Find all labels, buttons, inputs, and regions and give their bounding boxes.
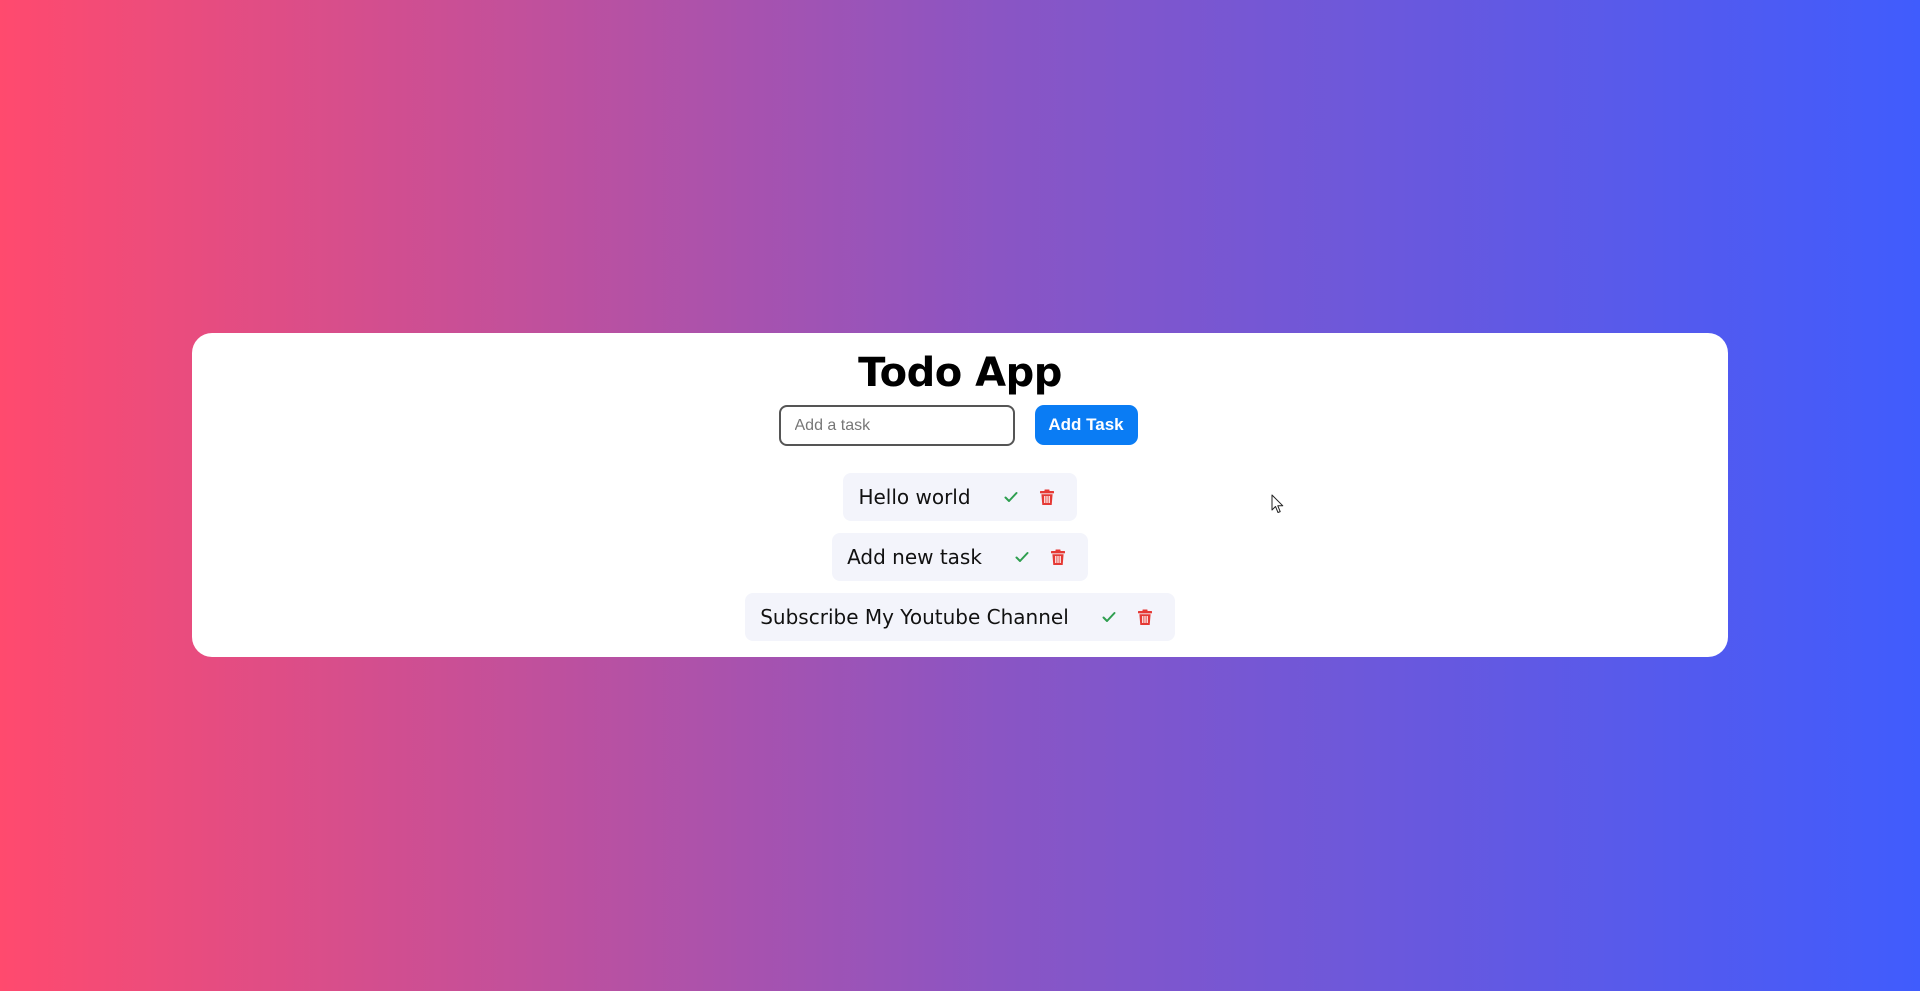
trash-icon [1039,489,1054,505]
list-item: Subscribe My Youtube Channel [745,593,1175,641]
task-text: Subscribe My Youtube Channel [760,605,1069,629]
complete-button[interactable] [997,483,1025,511]
add-task-form: Add Task [192,405,1728,446]
list-item: Add new task [832,533,1088,581]
todo-card: Todo App Add Task Hello world [192,333,1728,657]
trash-icon [1137,609,1152,625]
delete-button[interactable] [1044,543,1072,571]
task-text: Hello world [858,485,971,509]
delete-button[interactable] [1131,603,1159,631]
check-icon [1015,552,1029,562]
task-input[interactable] [778,405,1015,446]
delete-button[interactable] [1033,483,1061,511]
check-icon [1102,612,1116,622]
task-text: Add new task [847,545,982,569]
list-item: Hello world [843,473,1077,521]
complete-button[interactable] [1095,603,1123,631]
complete-button[interactable] [1008,543,1036,571]
page-title: Todo App [858,350,1062,396]
trash-icon [1050,549,1065,565]
add-task-button[interactable]: Add Task [1034,405,1138,445]
check-icon [1004,492,1018,502]
task-list: Hello world Add new task Subscribe My Yo… [192,473,1728,641]
